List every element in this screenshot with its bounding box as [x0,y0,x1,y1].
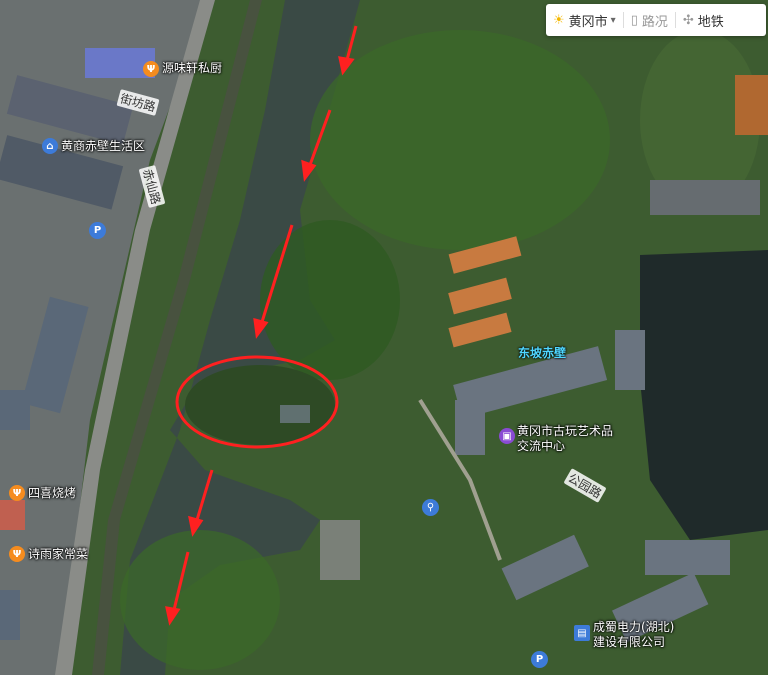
traffic-label: 路况 [641,14,668,30]
chevron-down-icon: ▾ [610,14,616,26]
restaurant-icon[interactable]: Ψ [9,546,25,562]
art-center-icon[interactable]: ▣ [499,428,515,444]
company-icon[interactable]: ▤ [574,625,590,641]
community-icon[interactable]: ⌂ [42,138,58,154]
subway-label: 地铁 [697,14,724,30]
city-label: 黄冈市 [568,14,608,30]
traffic-icon: ▯ [630,12,638,28]
parking-icon[interactable]: P [89,222,106,239]
poi-label-restaurant1[interactable]: 源味轩私厨 [162,61,222,76]
company-line1: 成蜀电力(湖北) [593,620,675,634]
landmark-label[interactable]: 东坡赤壁 [518,344,566,361]
poi-label-company[interactable]: 成蜀电力(湖北) 建设有限公司 [593,620,674,650]
sun-icon: ☀ [553,12,565,28]
satellite-map[interactable] [0,0,768,675]
poi-label-restaurant2[interactable]: 诗雨家常菜 [28,547,88,562]
toilet-icon[interactable]: ⚲ [422,499,439,516]
map-toolbar: ☀ 黄冈市 ▾ ▯ 路况 ✣ 地铁 [546,4,766,36]
traffic-button[interactable]: ▯ 路况 [624,4,675,36]
city-selector[interactable]: ☀ 黄冈市 ▾ [546,4,623,36]
company-line2: 建设有限公司 [593,635,666,649]
poi-label-bbq[interactable]: 四喜烧烤 [28,486,76,501]
art-center-line1: 黄冈市古玩艺术品 [517,424,614,438]
parking-icon[interactable]: P [531,651,548,668]
subway-button[interactable]: ✣ 地铁 [676,4,731,36]
poi-label-community[interactable]: 黄商赤壁生活区 [61,139,145,154]
subway-icon: ✣ [682,12,694,28]
restaurant-icon[interactable]: Ψ [9,485,25,501]
restaurant-icon[interactable]: Ψ [143,61,159,77]
art-center-line2: 交流中心 [517,439,566,453]
poi-label-art-center[interactable]: 黄冈市古玩艺术品 交流中心 [517,424,613,454]
